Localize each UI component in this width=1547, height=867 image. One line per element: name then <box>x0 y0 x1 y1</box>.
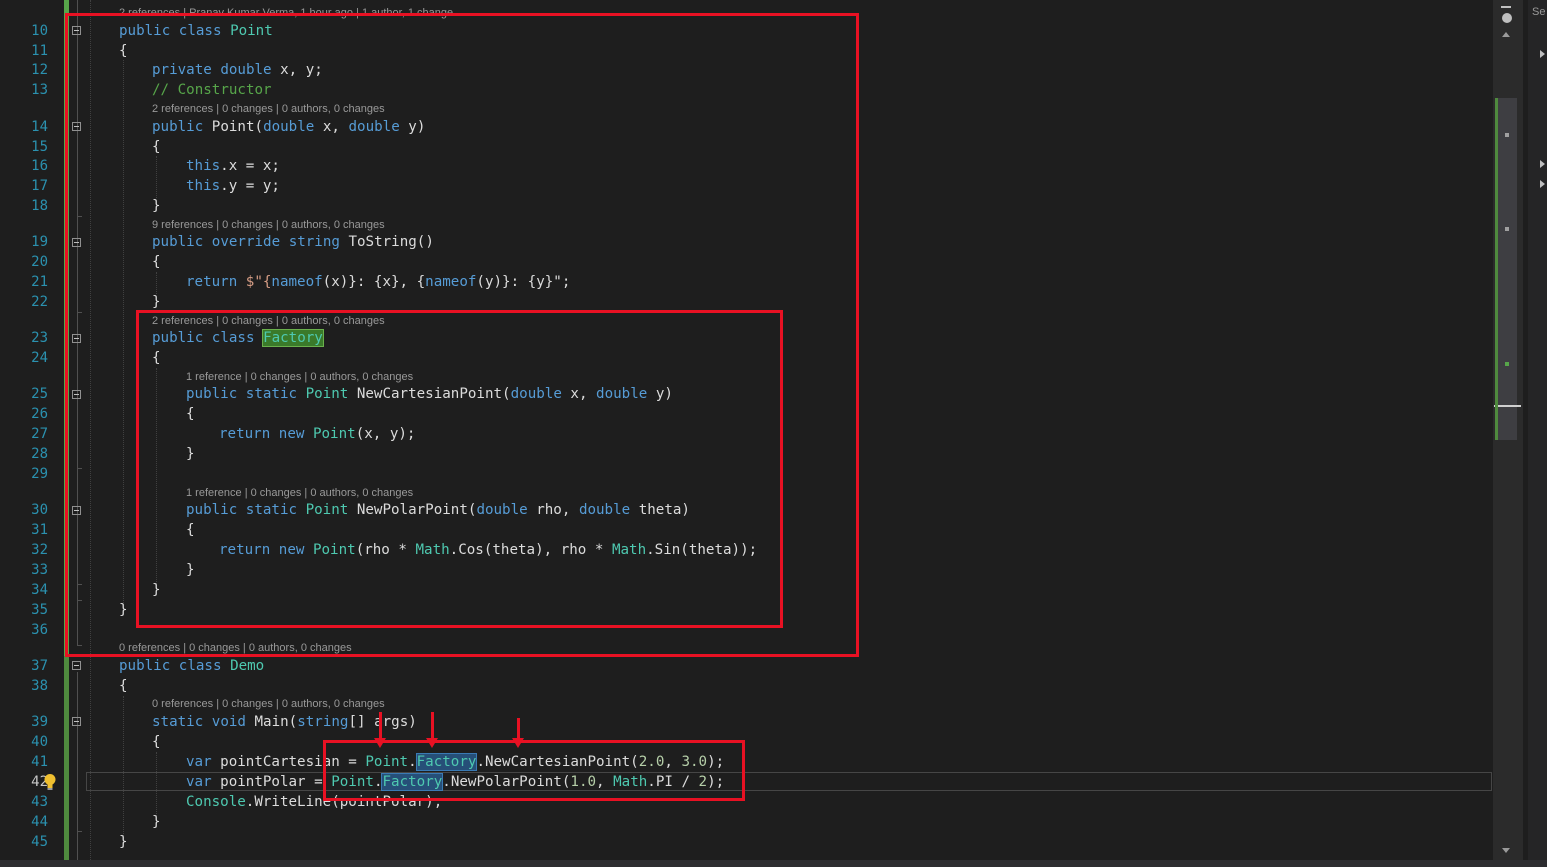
line-number: 18 <box>31 198 48 214</box>
annotation-box-factory-class <box>136 310 783 628</box>
code-line-37[interactable]: public class Demo <box>119 656 264 676</box>
line-number: 11 <box>31 43 48 59</box>
param: [] args) <box>348 714 417 730</box>
keyword: var <box>186 774 212 790</box>
chevron-right-icon[interactable] <box>1540 50 1545 58</box>
line-number: 24 <box>31 350 48 366</box>
change-mark <box>1505 227 1509 231</box>
keyword: string <box>297 714 349 730</box>
side-panel-label: Se <box>1532 6 1546 18</box>
line-number: 25 <box>31 386 48 402</box>
change-mark <box>1505 133 1509 137</box>
keyword: void <box>211 714 246 730</box>
line-number: 44 <box>31 814 48 830</box>
side-panel: Se <box>1528 0 1547 860</box>
indent-guide <box>123 696 124 838</box>
line-number: 27 <box>31 426 48 442</box>
brace: { <box>119 678 128 694</box>
change-indicator <box>64 656 69 860</box>
line-number: 41 <box>31 754 48 770</box>
change-strip <box>1495 98 1498 440</box>
type-name: Console <box>186 794 246 810</box>
scroll-position-line <box>1494 405 1521 407</box>
line-number: 43 <box>31 794 48 810</box>
annotation-arrow <box>512 718 524 748</box>
keyword: public <box>119 658 171 674</box>
codelens-main[interactable]: 0 references | 0 changes | 0 authors, 0 … <box>152 697 385 711</box>
split-editor-icon[interactable] <box>1501 0 1511 8</box>
keyword: class <box>178 658 222 674</box>
collapse-toggle-icon[interactable] <box>72 661 81 670</box>
line-number: 20 <box>31 254 48 270</box>
code-line-39[interactable]: static void Main(string[] args) <box>152 712 417 732</box>
line-number: 35 <box>31 602 48 618</box>
line-number: 36 <box>31 622 48 638</box>
code-line-44[interactable]: } <box>152 812 161 832</box>
line-number: 28 <box>31 446 48 462</box>
scroll-down-icon[interactable] <box>1502 848 1510 853</box>
code-line-38[interactable]: { <box>119 676 128 696</box>
line-number: 33 <box>31 562 48 578</box>
line-number: 45 <box>31 834 48 850</box>
pause-icon[interactable] <box>1502 13 1512 23</box>
line-number: 39 <box>31 714 48 730</box>
line-number: 32 <box>31 542 48 558</box>
var-decl: pointPolar = <box>211 774 332 790</box>
code-line-45[interactable]: } <box>119 832 128 852</box>
line-number: 40 <box>31 734 48 750</box>
method-name: Main( <box>245 714 298 730</box>
line-number: 31 <box>31 522 48 538</box>
fold-end <box>77 831 82 832</box>
line-number: 34 <box>31 582 48 598</box>
code-line-40[interactable]: { <box>152 732 161 752</box>
brace: { <box>152 734 161 750</box>
type-name: Demo <box>230 658 265 674</box>
line-number: 23 <box>31 330 48 346</box>
line-number: 38 <box>31 678 48 694</box>
brace: } <box>152 814 161 830</box>
keyword: var <box>186 754 212 770</box>
line-number: 30 <box>31 502 48 518</box>
line-number: 19 <box>31 234 48 250</box>
chevron-right-icon[interactable] <box>1540 180 1545 188</box>
line-number: 21 <box>31 274 48 290</box>
line-number: 17 <box>31 178 48 194</box>
line-number: 12 <box>31 62 48 78</box>
lightbulb-icon[interactable] <box>43 773 57 791</box>
line-number: 15 <box>31 139 48 155</box>
annotation-arrow <box>374 712 386 748</box>
scrollbar-thumb[interactable] <box>1497 98 1517 440</box>
line-number-gutter: 10 11 12 13 14 15 16 17 18 19 20 21 22 23 24 25 26 27 28 29… <box>0 0 48 860</box>
keyword: static <box>152 714 204 730</box>
line-number: 14 <box>31 119 48 135</box>
line-number: 29 <box>31 466 48 482</box>
line-number: 16 <box>31 158 48 174</box>
line-number: 13 <box>31 82 48 98</box>
line-number: 37 <box>31 658 48 674</box>
chevron-right-icon[interactable] <box>1540 160 1545 168</box>
status-bar <box>0 860 1547 867</box>
brace: } <box>119 834 128 850</box>
line-number: 22 <box>31 294 48 310</box>
line-number: 42 <box>31 774 48 790</box>
scroll-up-icon[interactable] <box>1502 32 1510 37</box>
collapse-toggle-icon[interactable] <box>72 717 81 726</box>
line-number: 10 <box>31 23 48 39</box>
annotation-box-usage <box>323 740 745 801</box>
annotation-arrow <box>426 712 438 748</box>
line-number: 26 <box>31 406 48 422</box>
change-mark <box>1505 362 1509 366</box>
